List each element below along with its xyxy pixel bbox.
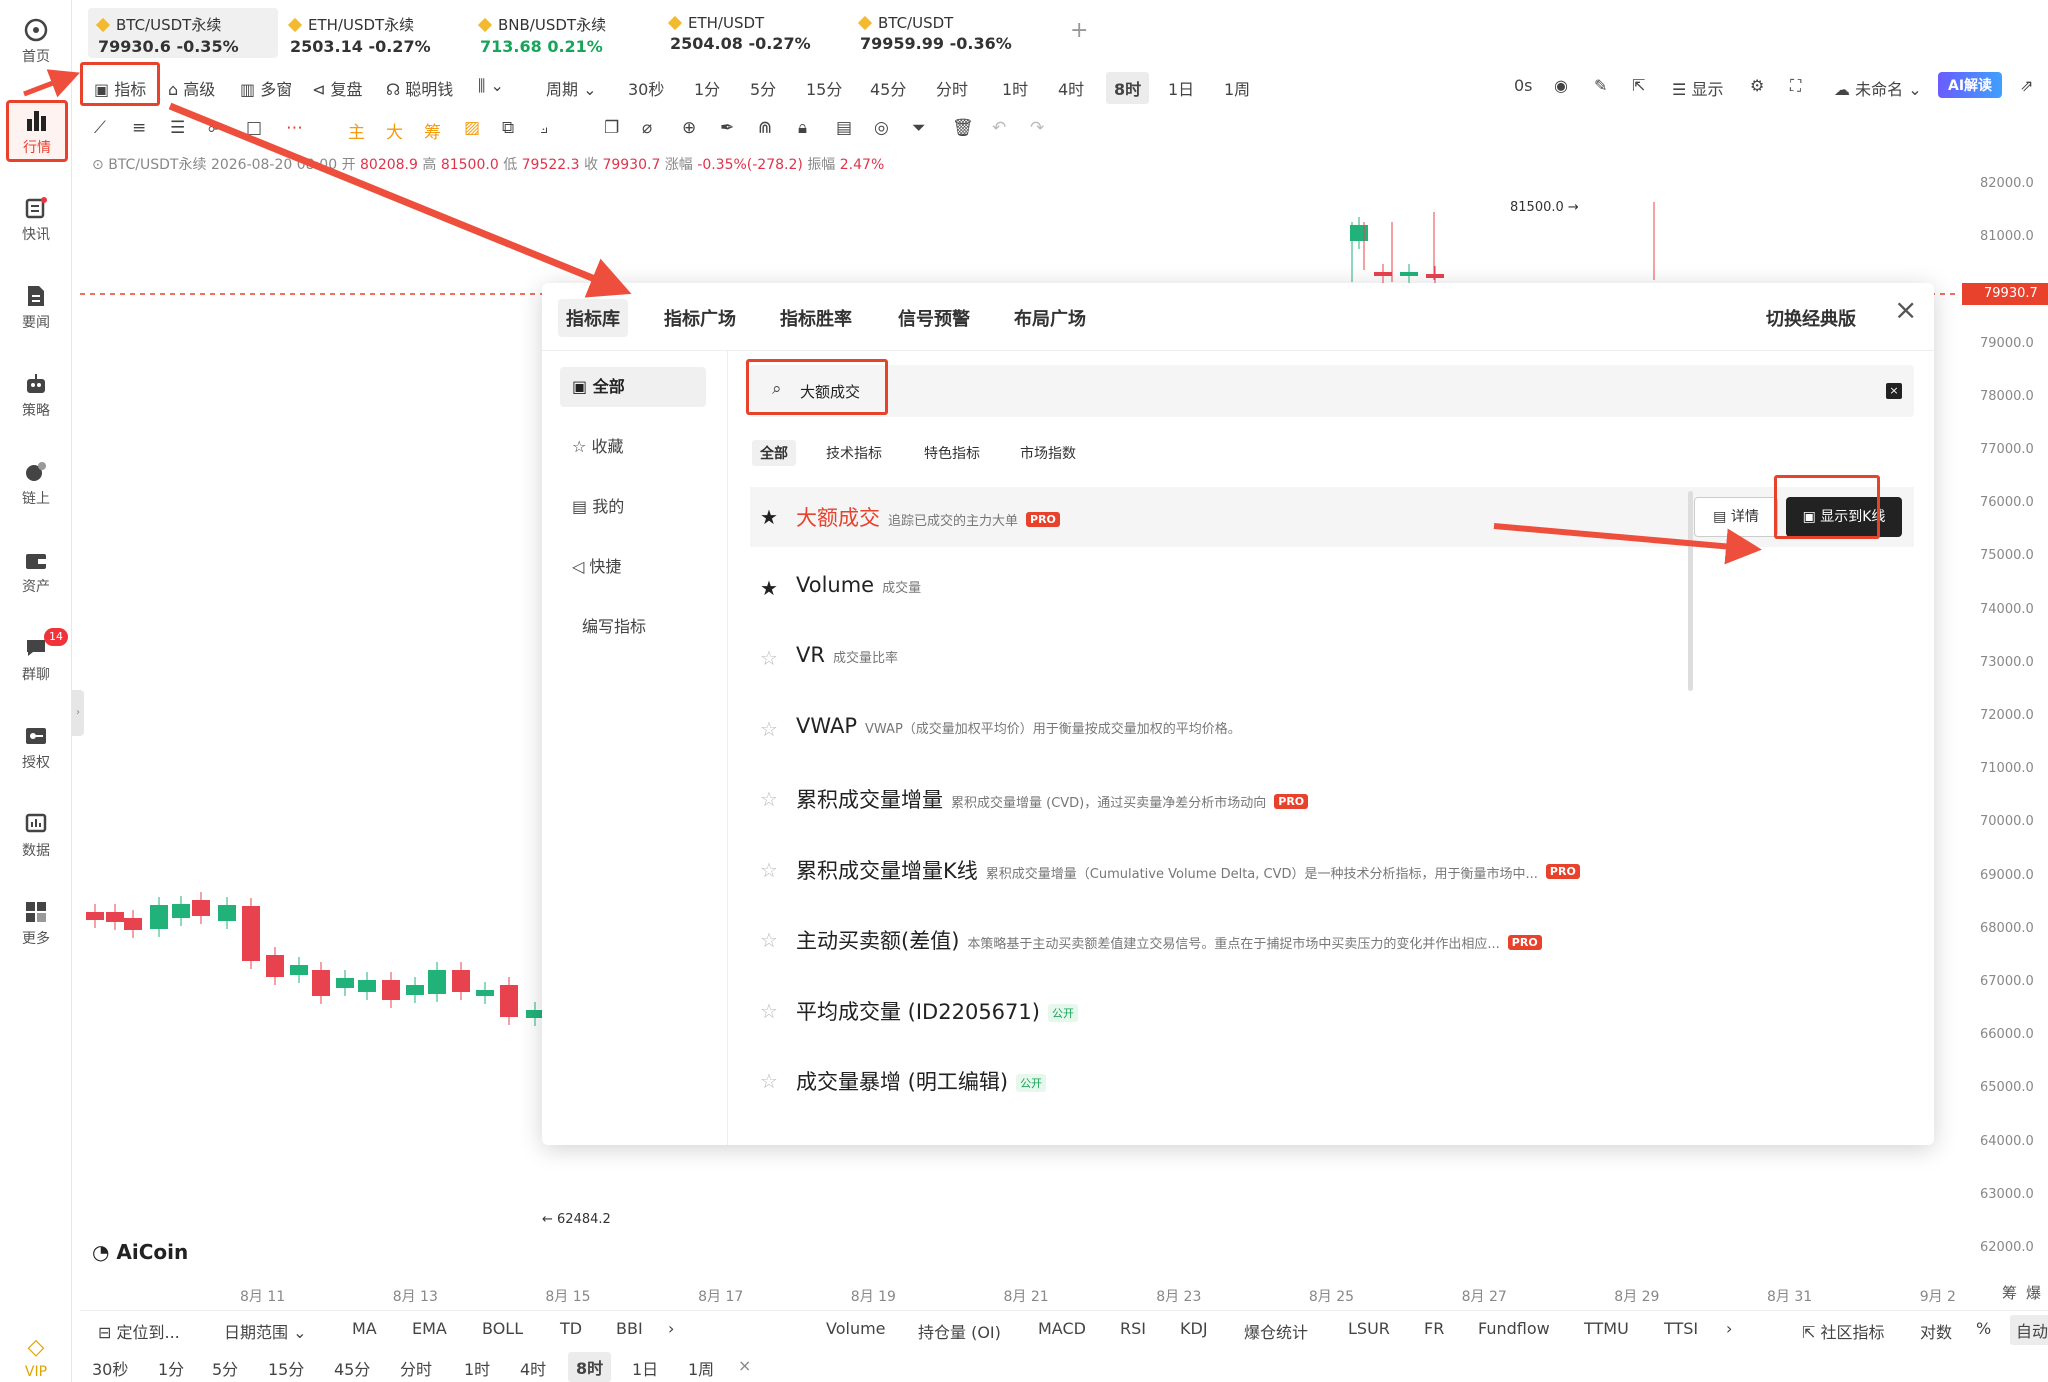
arrow-to-show-k — [1493, 523, 1762, 565]
arrow-sidebar-to-indicator — [23, 69, 81, 98]
arrow-indicator-to-modal — [168, 102, 632, 298]
annotation-arrows — [23, 69, 1762, 565]
